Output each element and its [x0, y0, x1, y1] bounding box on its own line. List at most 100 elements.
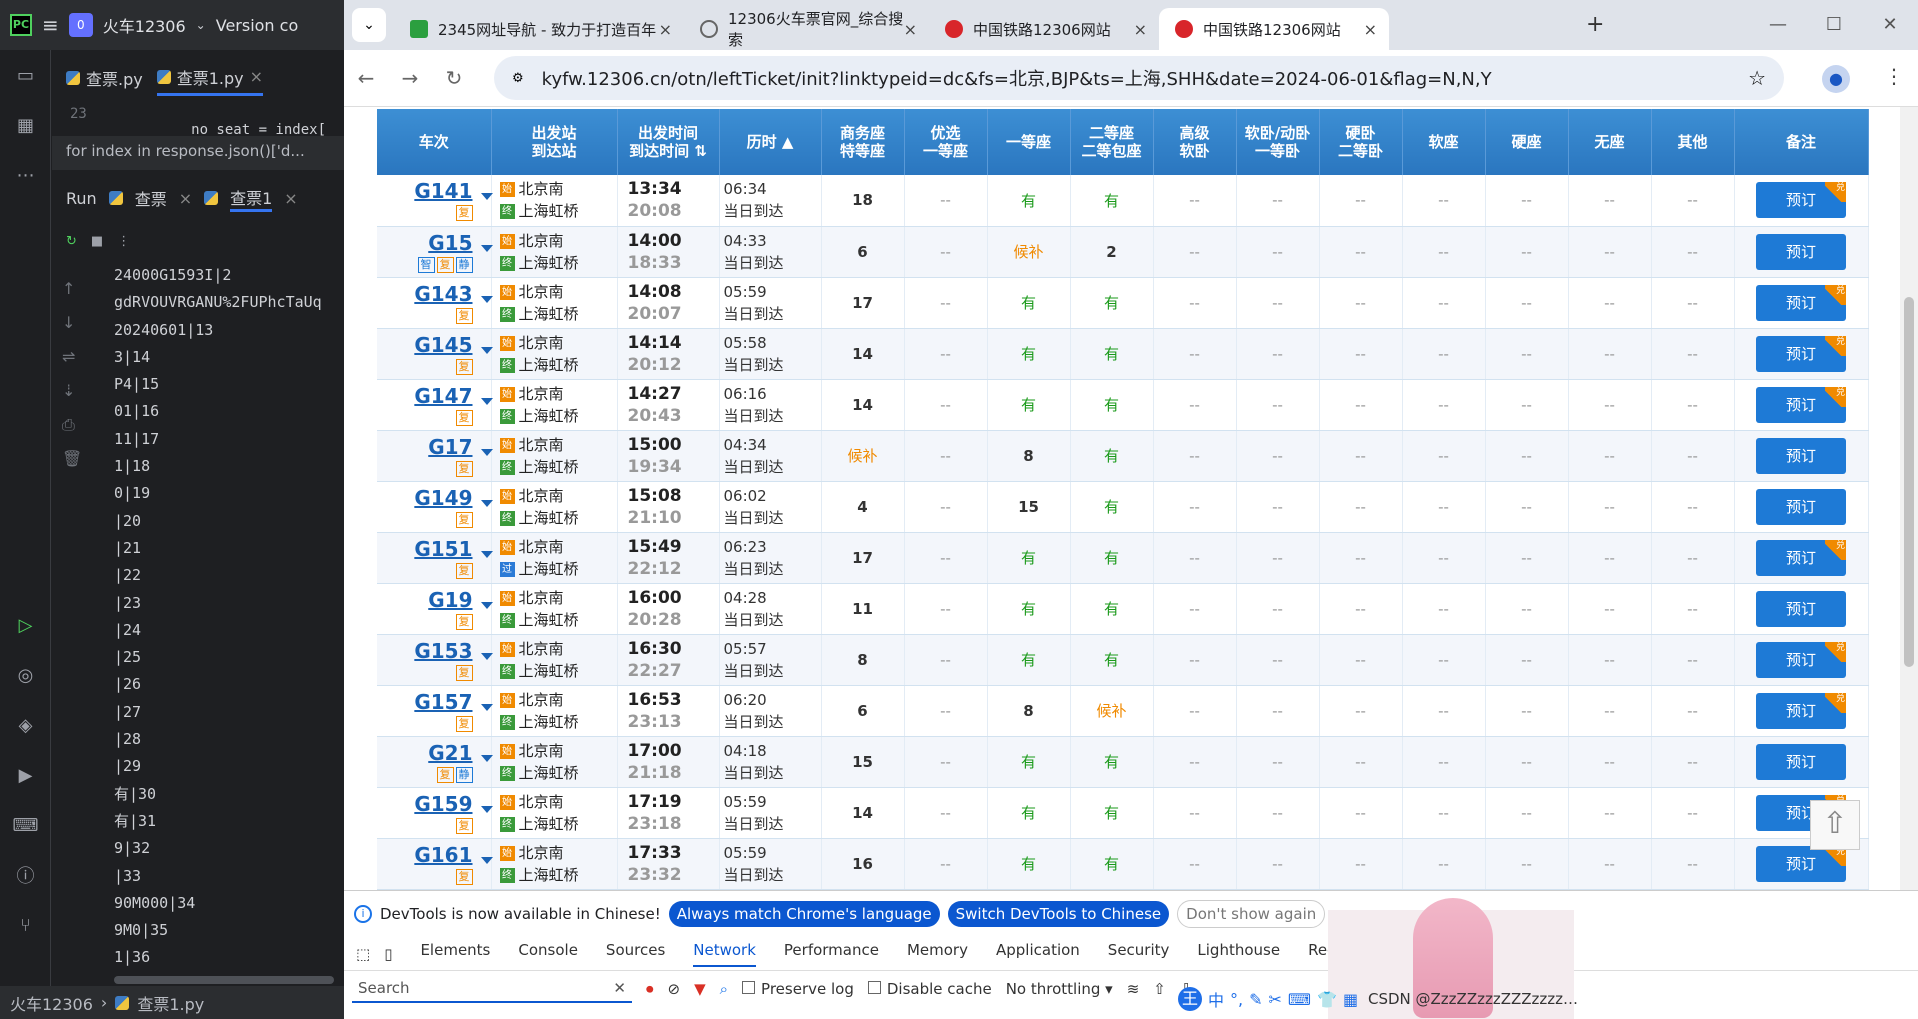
devtools-tab[interactable]: Application	[996, 941, 1080, 967]
expand-stops-icon[interactable]	[480, 550, 493, 558]
column-header[interactable]: 优选 一等座	[904, 109, 988, 175]
train-number-link[interactable]: G141	[414, 179, 472, 203]
import-icon[interactable]: ⇧	[1153, 980, 1166, 998]
back-to-top-icon[interactable]: ⇧	[1810, 800, 1860, 850]
from-station[interactable]: 始北京南	[499, 689, 617, 711]
close-icon[interactable]: ×	[284, 189, 297, 208]
column-header[interactable]: 车次	[377, 109, 492, 175]
layers-icon[interactable]: ◈	[0, 700, 51, 750]
column-header[interactable]: 硬座	[1485, 109, 1569, 175]
expand-stops-icon[interactable]	[480, 652, 493, 660]
column-header[interactable]: 高级 软卧	[1153, 109, 1237, 175]
to-station[interactable]: 终上海虹桥	[499, 252, 617, 274]
book-button[interactable]: 预订	[1756, 284, 1846, 321]
book-button[interactable]: 预订	[1756, 386, 1846, 423]
seat-cell[interactable]: 有	[1070, 481, 1154, 533]
seat-cell[interactable]: 有	[1070, 532, 1154, 584]
seat-cell[interactable]: 15	[821, 736, 905, 788]
from-station[interactable]: 始北京南	[499, 740, 617, 762]
from-station[interactable]: 始北京南	[499, 332, 617, 354]
book-button[interactable]: 预订	[1756, 488, 1846, 525]
expand-stops-icon[interactable]	[480, 346, 493, 354]
from-station[interactable]: 始北京南	[499, 587, 617, 609]
train-number-link[interactable]: G161	[414, 843, 472, 867]
to-station[interactable]: 终上海虹桥	[499, 864, 617, 886]
print-icon[interactable]: ⎙	[62, 408, 82, 442]
column-header[interactable]: 一等座	[987, 109, 1071, 175]
reload-icon[interactable]: ↻	[432, 66, 476, 90]
grid-icon[interactable]: ▦	[1343, 990, 1358, 1009]
book-button[interactable]: 预订	[1756, 845, 1846, 882]
seat-cell[interactable]: 有	[1070, 430, 1154, 482]
seat-cell[interactable]: 有	[987, 379, 1071, 431]
devtools-tab[interactable]: Console	[518, 941, 578, 967]
from-station[interactable]: 始北京南	[499, 536, 617, 558]
seat-cell[interactable]: 候补	[821, 430, 905, 482]
column-header[interactable]: 无座	[1568, 109, 1652, 175]
profile-avatar-icon[interactable]: ●	[1822, 65, 1850, 93]
seat-cell[interactable]: 有	[1070, 379, 1154, 431]
seat-cell[interactable]: 14	[821, 379, 905, 431]
train-number-link[interactable]: G19	[428, 588, 472, 612]
devtools-tab[interactable]: Network	[693, 941, 756, 967]
column-header[interactable]: 商务座 特等座	[821, 109, 905, 175]
seat-cell[interactable]: 有	[1070, 838, 1154, 890]
devtools-tab[interactable]: Memory	[907, 941, 968, 967]
train-number-link[interactable]: G15	[428, 231, 472, 255]
new-tab-icon[interactable]: +	[1586, 12, 1604, 37]
close-window-icon[interactable]: ✕	[1862, 0, 1918, 50]
to-station[interactable]: 终上海虹桥	[499, 507, 617, 529]
vcs-widget[interactable]: Version co	[216, 16, 299, 35]
seat-cell[interactable]: 有	[1070, 736, 1154, 788]
seat-cell[interactable]: 17	[821, 532, 905, 584]
book-button[interactable]: 预订	[1756, 539, 1846, 576]
tab-search-icon[interactable]: ⌄	[352, 8, 386, 42]
train-number-link[interactable]: G153	[414, 639, 472, 663]
devtools-tab[interactable]: Performance	[784, 941, 879, 967]
browser-tab[interactable]: 12306火车票官网_综合搜索 ×	[684, 8, 929, 50]
network-conditions-icon[interactable]: ≋	[1127, 980, 1140, 998]
close-icon[interactable]: ×	[1134, 20, 1147, 39]
seat-cell[interactable]: 有	[1070, 583, 1154, 635]
to-station[interactable]: 终上海虹桥	[499, 200, 617, 222]
seat-cell[interactable]: 有	[987, 277, 1071, 329]
to-station[interactable]: 终上海虹桥	[499, 762, 617, 784]
expand-stops-icon[interactable]	[480, 601, 493, 609]
to-station[interactable]: 终上海虹桥	[499, 711, 617, 733]
seat-cell[interactable]: 有	[987, 787, 1071, 839]
seat-cell[interactable]: 15	[987, 481, 1071, 533]
switch-chinese-button[interactable]: Switch DevTools to Chinese	[947, 901, 1170, 927]
sort-arrow-icon[interactable]: ▲	[777, 133, 794, 151]
vertical-scrollbar[interactable]	[1900, 107, 1918, 890]
from-station[interactable]: 始北京南	[499, 791, 617, 813]
problems-icon[interactable]: ⓘ	[0, 850, 51, 900]
to-station[interactable]: 终上海虹桥	[499, 660, 617, 682]
from-station[interactable]: 始北京南	[499, 842, 617, 864]
seat-cell[interactable]: 14	[821, 328, 905, 380]
from-station[interactable]: 始北京南	[499, 281, 617, 303]
more-icon[interactable]: ⋯	[0, 150, 51, 200]
editor-tab-active[interactable]: 查票1.py ×	[156, 60, 264, 96]
main-menu-icon[interactable]: ≡	[42, 13, 59, 37]
from-station[interactable]: 始北京南	[499, 638, 617, 660]
sort-arrow-icon[interactable]: ⇅	[689, 142, 707, 160]
expand-stops-icon[interactable]	[480, 295, 493, 303]
seat-cell[interactable]: 8	[821, 634, 905, 686]
folder-icon[interactable]: ▭	[0, 50, 51, 100]
to-station[interactable]: 终上海虹桥	[499, 303, 617, 325]
punct-icon[interactable]: °,	[1230, 990, 1243, 1009]
status-project[interactable]: 火车12306	[10, 991, 93, 1015]
book-button[interactable]: 预订	[1756, 437, 1846, 474]
expand-stops-icon[interactable]	[480, 397, 493, 405]
from-station[interactable]: 始北京南	[499, 485, 617, 507]
rerun-icon[interactable]: ↻	[66, 234, 77, 249]
address-bar[interactable]: ⚙ kyfw.12306.cn/otn/leftTicket/init?link…	[494, 56, 1784, 100]
column-header[interactable]: 历时 ▲	[719, 109, 822, 175]
train-number-link[interactable]: G159	[414, 792, 472, 816]
seat-cell[interactable]: 有	[1070, 328, 1154, 380]
book-button[interactable]: 预订	[1756, 641, 1846, 678]
seat-cell[interactable]: 8	[987, 685, 1071, 737]
to-station[interactable]: 终上海虹桥	[499, 609, 617, 631]
disable-cache-checkbox[interactable]: Disable cache	[867, 980, 992, 998]
seat-cell[interactable]: 18	[821, 175, 905, 227]
